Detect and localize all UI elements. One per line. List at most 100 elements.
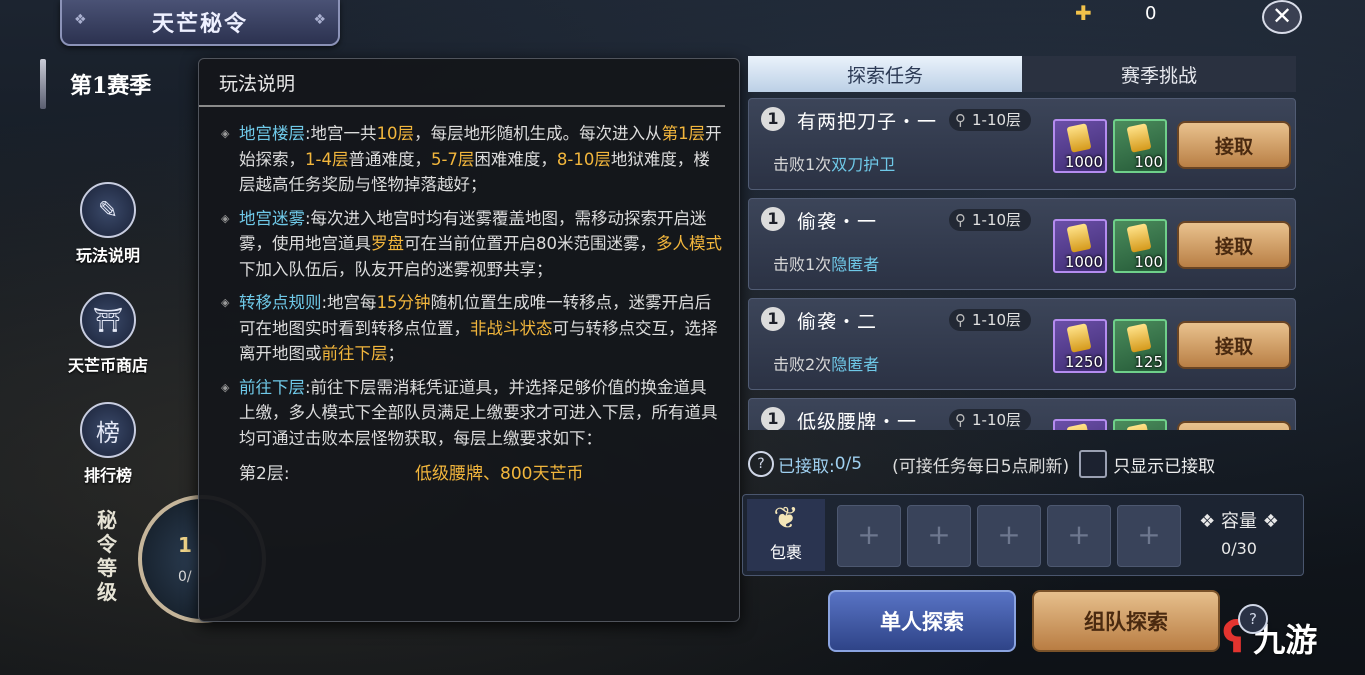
task-list[interactable]: 1 有两把刀子・一 ⚲ 1-10层 击败1次双刀护卫 1000 100 接取 1 … [748,98,1296,430]
menu-rules[interactable]: ✎ 玩法说明 [53,182,163,266]
bag-slot[interactable]: + [837,505,901,567]
task-floor-range: ⚲ 1-10层 [949,209,1032,231]
gold-feather-icon [1066,423,1092,430]
rules-text-run: 1-4层 [305,149,349,169]
reward-gold-coin[interactable]: 100 [1113,219,1167,273]
solo-explore-button[interactable]: 单人探索 [828,590,1016,652]
tab-season-challenge[interactable]: 赛季挑战 [1022,56,1296,92]
rules-text-run: :地宫每 [321,293,377,312]
diamond-icon: ❖ [1262,511,1279,532]
rules-text-run: 15分钟 [376,293,431,312]
rules-body: 地宫楼层:地宫一共10层，每层地形随机生成。每次进入从第1层开始探索，1-4层普… [199,107,739,451]
task-card: 1 偷袭・一 ⚲ 1-10层 击败1次隐匿者 1000 100 接取 [748,198,1296,290]
task-card: 1 低级腰牌・一 ⚲ 1-10层 接取 [748,398,1296,430]
help-button[interactable]: ? [1238,604,1268,634]
task-number-badge: 1 [761,107,785,131]
task-target: 隐匿者 [831,255,880,274]
scroll-icon[interactable]: ✎ [80,182,136,238]
reward-gold-feather[interactable]: 1000 [1053,119,1107,173]
task-card: 1 偷袭・二 ⚲ 1-10层 击败2次隐匿者 1250 125 接取 [748,298,1296,390]
bag-panel: ❦ 包裹 + + + + + ❖ 容量 ❖ 0/30 [742,494,1304,576]
rules-text-run: 前往下层 [321,344,388,363]
season-text: 第1赛季 [70,73,152,99]
rules-title: 玩法说明 [199,59,725,107]
capacity-label: 容量 [1221,511,1257,532]
currency-display[interactable]: ✚ 0 [1075,0,1245,26]
menu-ranking[interactable]: 榜 排行榜 [53,402,163,486]
rules-text-run: 困难难度， [474,149,557,169]
rank-progress: 0/ [178,569,192,585]
task-desc-text: 击败1次 [773,155,832,174]
gold-coin-icon [1126,323,1152,353]
rules-section: 地宫迷雾:每次进入地宫时均有迷雾覆盖地图，需移动探索开启迷雾，使用地宫道具罗盘可… [221,206,723,283]
rules-text-run: 第1层 [661,124,706,143]
reward-amount: 100 [1134,153,1163,171]
rules-text-run: 8-10层 [556,149,611,169]
accept-button[interactable]: 接取 [1177,321,1291,369]
rules-text-run: 普通难度， [348,149,431,169]
rules-text-run: 地宫楼层 [239,124,305,143]
rules-text-run: ； [387,344,405,363]
reward-gold-feather[interactable]: 1250 [1053,319,1107,373]
currency-value: 0 [1145,2,1157,24]
rules-popup: 玩法说明 地宫楼层:地宫一共10层，每层地形随机生成。每次进入从第1层开始探索，… [198,58,740,622]
close-button[interactable]: ✕ [1262,0,1302,34]
bag-button[interactable]: ❦ 包裹 [747,499,825,571]
rules-text-run: 10层 [376,124,415,143]
ornament-icon: ❖ [74,12,87,28]
task-number-badge: 1 [761,407,785,430]
team-explore-button[interactable]: 组队探索 [1032,590,1220,652]
task-number-badge: 1 [761,307,785,331]
rules-text-run: 可在当前位置开启80米范围迷雾， [404,234,656,253]
task-number-badge: 1 [761,207,785,231]
accept-button[interactable]: 接取 [1177,421,1291,430]
task-desc: 击败2次隐匿者 [773,351,879,375]
task-desc: 击败1次双刀护卫 [773,151,895,175]
rules-text-run: 罗盘 [371,234,404,253]
reward-gold-feather[interactable]: 1000 [1053,219,1107,273]
location-pin-icon: ⚲ [955,211,966,229]
gold-coin-icon [1126,123,1152,153]
reward-gold-coin[interactable]: 125 [1113,319,1167,373]
reward-gold-coin[interactable]: 100 [1113,119,1167,173]
floor-level: 第2层: [239,464,290,484]
task-target: 双刀护卫 [831,155,896,174]
rules-text-run: 转移点规则 [239,293,322,312]
shop-icon[interactable]: ⛩ [80,292,136,348]
gold-coin-icon [1126,223,1152,253]
accept-button[interactable]: 接取 [1177,121,1291,169]
tab-explore-tasks[interactable]: 探索任务 [748,56,1022,92]
reward-gold-coin[interactable] [1113,419,1167,430]
menu-shop-label: 天芒币商店 [67,356,148,375]
rank-side-label: 秘 令 等 级 [92,508,122,604]
close-icon[interactable]: ✕ [1272,2,1292,30]
accepted-only-label[interactable]: 只显示已接取 [1113,452,1215,477]
rank-level: 1 [178,533,192,557]
task-status-row: ? 已接取: 0/5 (可接任务每日5点刷新) 只显示已接取 [742,446,1302,482]
rules-text-run: 下加入队伍后，队友开启的迷雾视野共享； [239,259,553,279]
diamond-icon: ❖ [1199,511,1216,532]
gold-feather-icon [1066,223,1092,253]
task-desc: 击败1次隐匿者 [773,251,879,275]
sword-icon [40,59,46,109]
bag-slot[interactable]: + [1117,505,1181,567]
help-icon[interactable]: ? [748,451,774,477]
rules-text-run: 多人模式 [656,234,722,253]
capacity-value: 0/30 [1221,539,1257,558]
accepted-count: 0/5 [834,454,863,474]
floor-range-text: 1-10层 [972,311,1022,329]
ranking-icon[interactable]: 榜 [80,402,136,458]
season-label: 第1赛季 [40,58,210,110]
gold-feather-plus-icon[interactable]: ✚ [1075,1,1099,25]
reward-gold-feather[interactable] [1053,419,1107,430]
bag-slot[interactable]: + [977,505,1041,567]
refresh-note: (可接任务每日5点刷新) [892,456,1070,477]
floor-requirement: 第2层: 低级腰牌、800天芒币 [199,459,739,484]
accepted-only-checkbox[interactable] [1079,450,1108,478]
location-pin-icon: ⚲ [955,311,966,329]
rules-text-run: 地宫迷雾 [239,208,305,228]
menu-shop[interactable]: ⛩ 天芒币商店 [53,292,163,376]
bag-slot[interactable]: + [907,505,971,567]
bag-slot[interactable]: + [1047,505,1111,567]
accept-button[interactable]: 接取 [1177,221,1291,269]
